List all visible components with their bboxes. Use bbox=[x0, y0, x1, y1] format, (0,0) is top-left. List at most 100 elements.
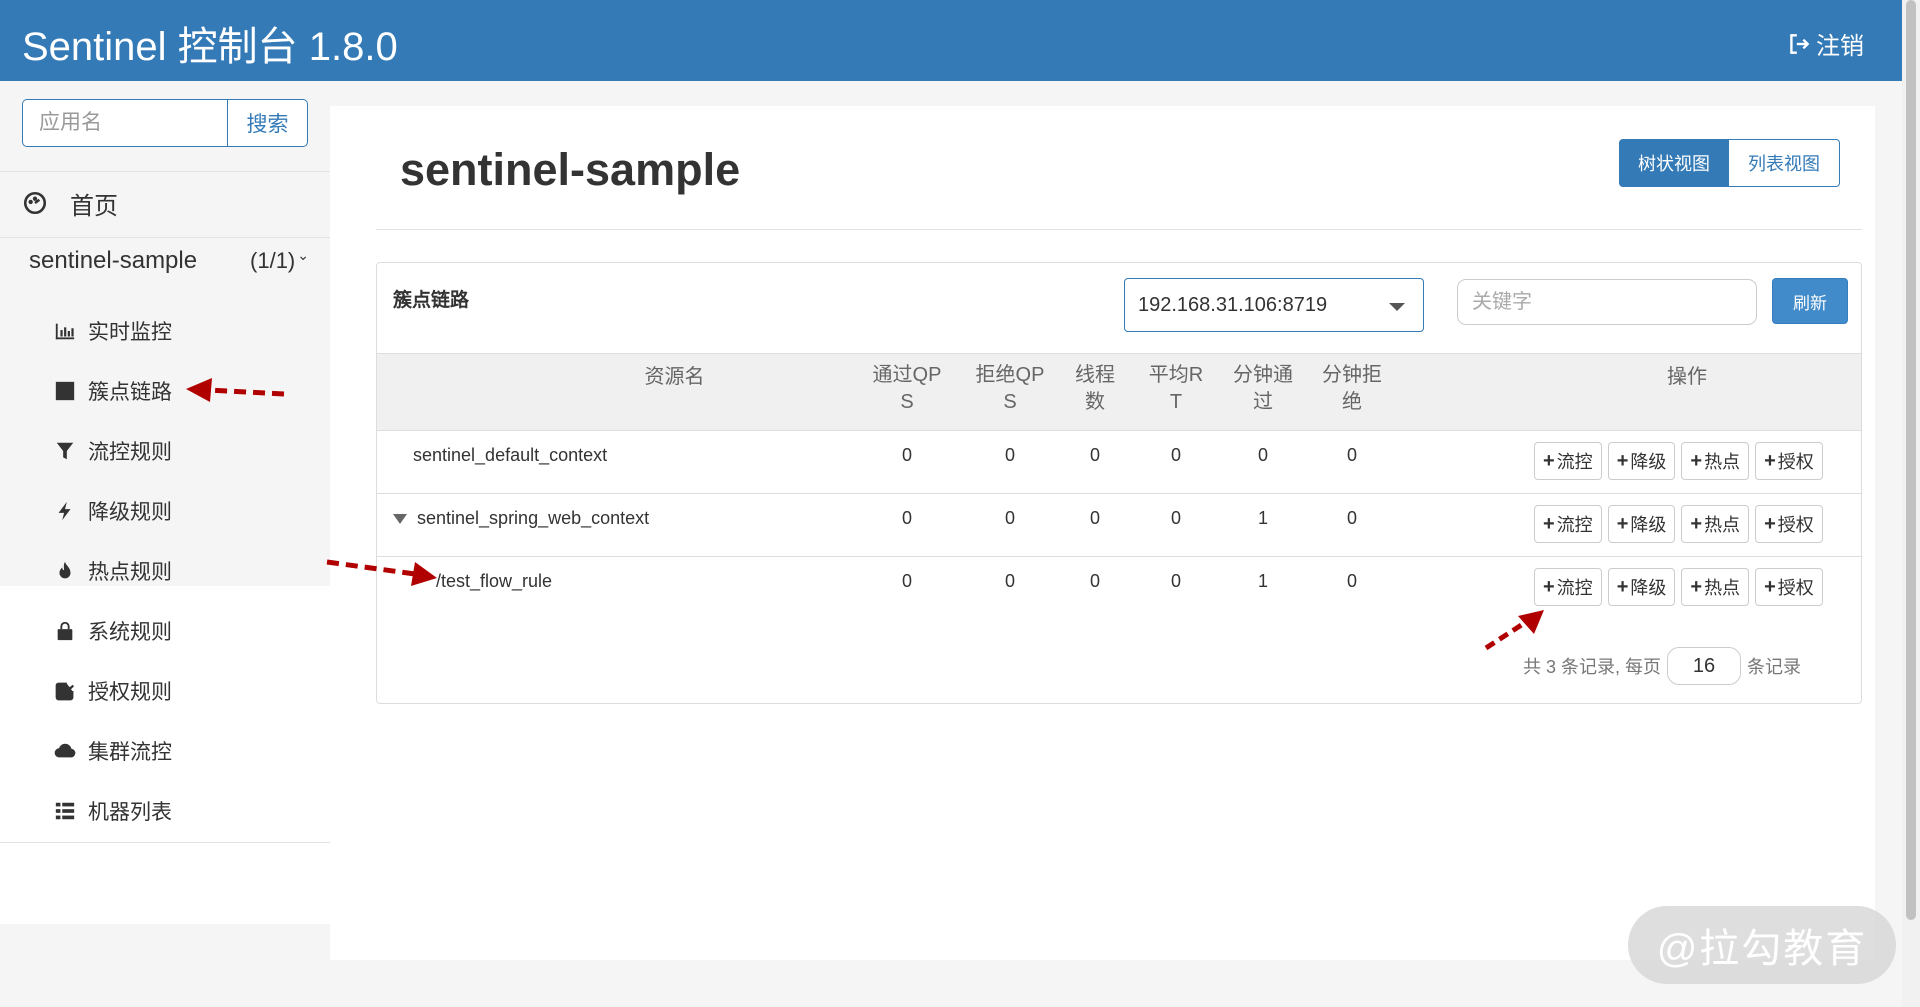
sidebar-app-sentinel-sample[interactable]: sentinel-sample (1/1) ⌄ bbox=[29, 241, 309, 281]
chevron-down-icon: ⌄ bbox=[297, 246, 309, 263]
keyword-input[interactable] bbox=[1457, 279, 1757, 325]
app-name: sentinel-sample bbox=[29, 247, 198, 274]
button-label: 热点 bbox=[1704, 452, 1741, 472]
sidebar-item-resource-chain[interactable]: 簇点链路 bbox=[54, 371, 172, 411]
app-search-button[interactable]: 搜索 bbox=[227, 99, 308, 147]
plus-icon: + bbox=[1543, 575, 1555, 598]
button-label: 降级 bbox=[1630, 578, 1667, 598]
annotation-arrow-icon bbox=[1484, 610, 1544, 651]
pagination: 共 3 条记录, 每页 条记录 bbox=[1523, 647, 1801, 685]
plus-icon: + bbox=[1616, 512, 1629, 535]
list-view-button[interactable]: 列表视图 bbox=[1729, 139, 1840, 187]
tree-view-button[interactable]: 树状视图 bbox=[1619, 139, 1729, 187]
minute-block-value: 0 bbox=[1346, 445, 1357, 465]
avg-rt-value: 0 bbox=[1170, 445, 1181, 465]
sidebar-item-home-label: 首页 bbox=[70, 192, 118, 220]
logout-link[interactable]: 注销 bbox=[1786, 26, 1864, 61]
caret-down-icon[interactable] bbox=[393, 513, 407, 524]
flash-icon bbox=[58, 501, 71, 521]
add-auth-rule-button[interactable]: + 授权 bbox=[1755, 442, 1823, 480]
sidebar-item-label: 降级规则 bbox=[88, 501, 172, 524]
plus-icon: + bbox=[1616, 449, 1629, 472]
pass-qps-value: 0 bbox=[901, 571, 912, 591]
cloud-icon bbox=[54, 743, 76, 758]
top-navbar: Sentinel 控制台 1.8.0 注销 bbox=[0, 0, 1902, 81]
sidebar-item-flow-rules[interactable]: 流控规则 bbox=[54, 431, 172, 471]
pass-qps-value: 0 bbox=[901, 508, 912, 528]
page-size-input[interactable] bbox=[1667, 647, 1742, 685]
plus-icon: + bbox=[1764, 449, 1776, 472]
add-flow-rule-button[interactable]: + 流控 bbox=[1534, 505, 1602, 543]
col-pass-qps: 通过QP S bbox=[872, 364, 942, 413]
col-operations: 操作 bbox=[1667, 366, 1707, 388]
list-icon bbox=[55, 381, 75, 401]
app-search-input[interactable] bbox=[22, 99, 227, 147]
add-auth-rule-button[interactable]: + 授权 bbox=[1755, 505, 1823, 543]
sidebar-item-system-rules[interactable]: 系统规则 bbox=[54, 611, 172, 651]
page-scrollbar[interactable] bbox=[1902, 0, 1920, 1007]
annotation-arrow-icon bbox=[326, 559, 437, 586]
main-panel: sentinel-sample 树状视图 列表视图 簇点链路 192.168.3… bbox=[330, 106, 1875, 960]
add-hot-param-rule-button[interactable]: + 热点 bbox=[1681, 568, 1750, 606]
title-divider bbox=[376, 229, 1862, 230]
sidebar-item-label: 簇点链路 bbox=[88, 381, 172, 404]
minute-block-value: 0 bbox=[1346, 571, 1357, 591]
sidebar-item-label: 实时监控 bbox=[88, 321, 172, 344]
plus-icon: + bbox=[1764, 575, 1776, 598]
logout-label: 注销 bbox=[1816, 33, 1864, 60]
sidebar-item-home[interactable]: 首页 bbox=[22, 183, 118, 223]
add-degrade-rule-button[interactable]: + 降级 bbox=[1607, 442, 1676, 480]
table-row: /test_flow_rule 0 0 0 0 1 0 + 流控 + 降级 + 热点 … bbox=[377, 557, 1861, 620]
sidebar-divider bbox=[0, 842, 330, 843]
add-hot-param-rule-button[interactable]: + 热点 bbox=[1681, 442, 1750, 480]
add-hot-param-rule-button[interactable]: + 热点 bbox=[1681, 505, 1750, 543]
add-auth-rule-button[interactable]: + 授权 bbox=[1755, 568, 1823, 606]
sidebar-item-hot-param-rules[interactable]: 热点规则 bbox=[54, 551, 172, 591]
refresh-button[interactable]: 刷新 bbox=[1772, 278, 1848, 324]
sidebar-item-label: 系统规则 bbox=[88, 621, 172, 644]
minute-pass-value: 1 bbox=[1257, 508, 1268, 528]
avg-rt-value: 0 bbox=[1170, 508, 1181, 528]
button-label: 流控 bbox=[1556, 578, 1593, 598]
sidebar-item-realtime-monitor[interactable]: 实时监控 bbox=[54, 311, 172, 351]
scrollbar-thumb[interactable] bbox=[1906, 0, 1916, 920]
machine-select[interactable]: 192.168.31.106:8719 bbox=[1124, 278, 1424, 332]
sidebar-item-degrade-rules[interactable]: 降级规则 bbox=[54, 491, 172, 531]
resource-chain-card: 簇点链路 192.168.31.106:8719 刷新 资源名 通过QPS 拒绝… bbox=[376, 262, 1862, 704]
block-qps-value: 0 bbox=[1004, 508, 1015, 528]
button-label: 降级 bbox=[1630, 452, 1667, 472]
col-minute-pass: 分钟通过 bbox=[1233, 364, 1293, 413]
sidebar: 搜索 首页 sentinel-sample (1/1) ⌄ 实时监控 簇点链路 … bbox=[0, 81, 330, 1007]
th-list-icon bbox=[55, 802, 75, 820]
col-minute-block: 分钟拒绝 bbox=[1322, 364, 1382, 413]
add-degrade-rule-button[interactable]: + 降级 bbox=[1607, 568, 1676, 606]
minute-block-value: 0 bbox=[1346, 508, 1357, 528]
resource-name-label: sentinel_spring_web_context bbox=[417, 508, 650, 528]
plus-icon: + bbox=[1690, 575, 1703, 598]
view-toggle: 树状视图 列表视图 bbox=[1619, 139, 1840, 187]
button-label: 流控 bbox=[1556, 452, 1593, 472]
button-label: 授权 bbox=[1777, 452, 1814, 472]
sidebar-item-machine-list[interactable]: 机器列表 bbox=[54, 791, 172, 831]
table-row: sentinel_default_context 0 0 0 0 0 0 + 流控… bbox=[377, 431, 1861, 494]
add-flow-rule-button[interactable]: + 流控 bbox=[1534, 442, 1602, 480]
add-flow-rule-button[interactable]: + 流控 bbox=[1534, 568, 1602, 606]
resource-name[interactable]: sentinel_spring_web_context bbox=[393, 508, 649, 529]
check-icon bbox=[55, 682, 75, 701]
sidebar-item-auth-rules[interactable]: 授权规则 bbox=[54, 671, 172, 711]
plus-icon: + bbox=[1764, 512, 1776, 535]
add-degrade-rule-button[interactable]: + 降级 bbox=[1607, 505, 1676, 543]
plus-icon: + bbox=[1690, 449, 1703, 472]
plus-icon: + bbox=[1690, 512, 1703, 535]
sidebar-item-cluster-flow[interactable]: 集群流控 bbox=[54, 731, 172, 771]
sidebar-item-label: 热点规则 bbox=[88, 561, 172, 584]
pass-qps-value: 0 bbox=[901, 445, 912, 465]
app-brand-title[interactable]: Sentinel 控制台 1.8.0 bbox=[22, 14, 398, 72]
caret-down-icon bbox=[1389, 303, 1405, 311]
annotation-arrow-icon bbox=[186, 378, 285, 402]
block-qps-value: 0 bbox=[1004, 571, 1015, 591]
row-actions: + 流控 + 降级 + 热点 + 授权 bbox=[1534, 505, 1823, 543]
bar-chart-icon bbox=[55, 323, 75, 340]
dashboard-icon bbox=[23, 191, 47, 215]
button-label: 降级 bbox=[1630, 515, 1667, 535]
